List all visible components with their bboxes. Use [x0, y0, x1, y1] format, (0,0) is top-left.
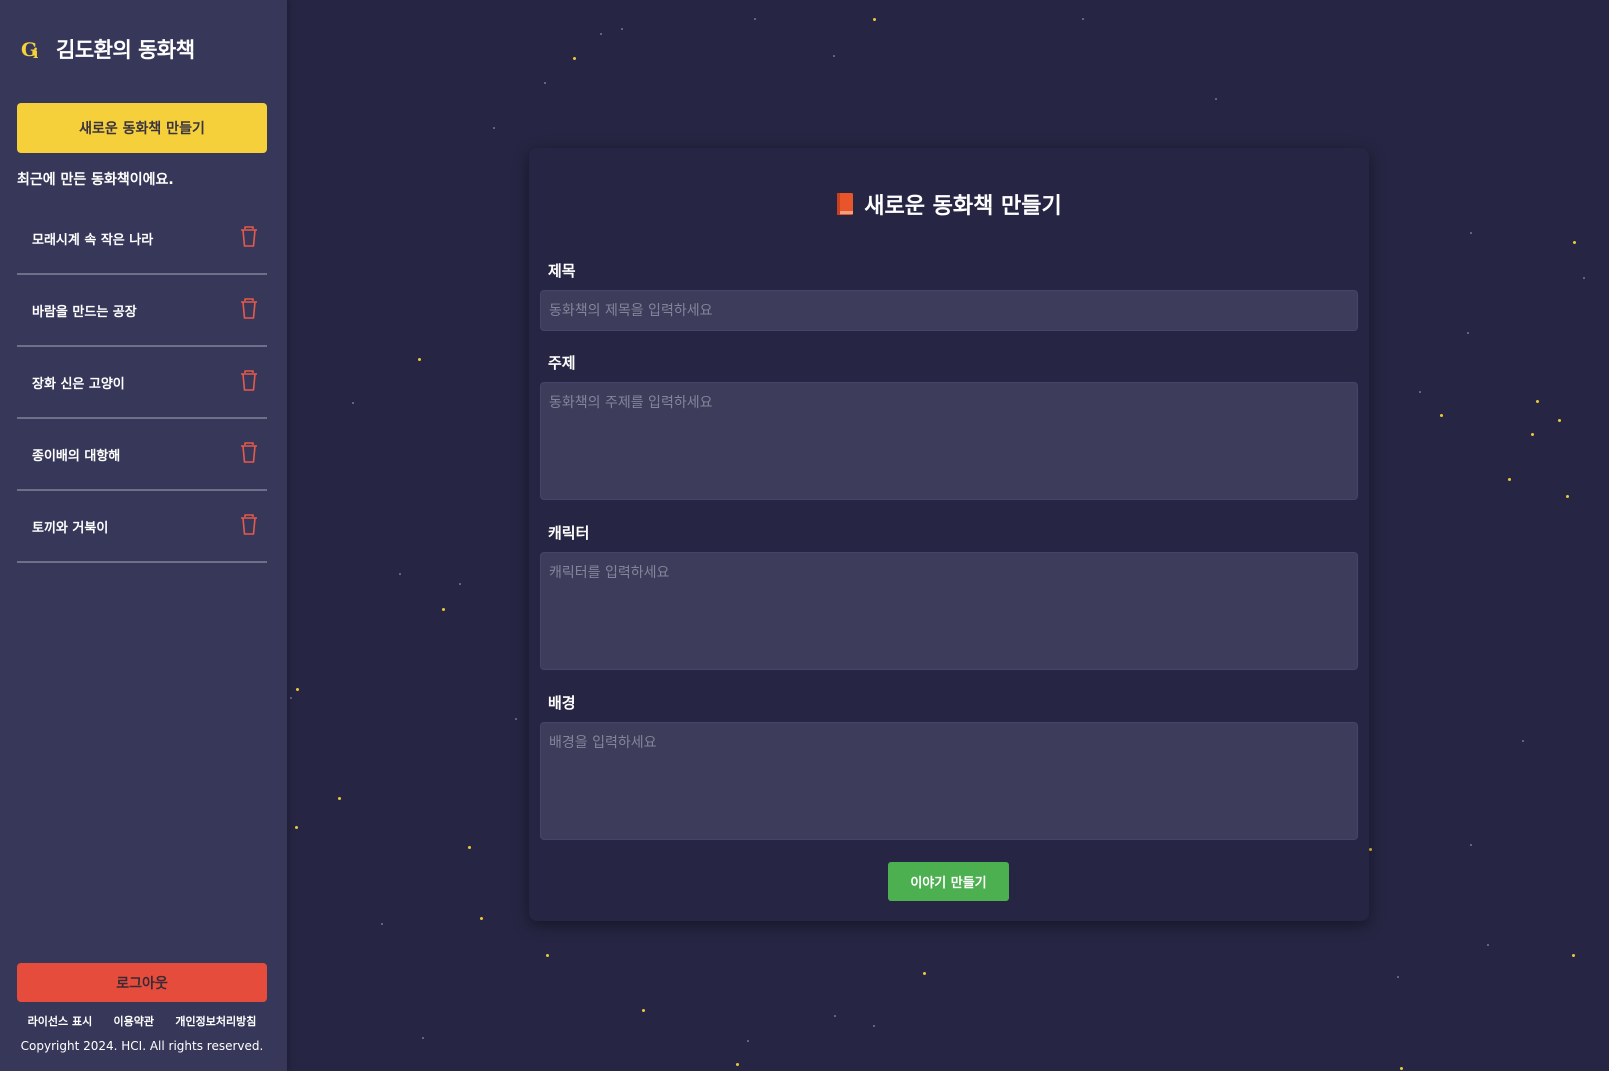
book-title: 장화 신은 고양이	[32, 376, 125, 392]
book-title: 토끼와 거북이	[32, 520, 109, 536]
book-icon	[836, 192, 854, 216]
star	[1522, 740, 1524, 742]
trash-icon[interactable]	[239, 369, 259, 393]
recent-book-list: 모래시계 속 작은 나라 바람을 만드는 공장 장화 신은 고양이 종이배의 대…	[17, 203, 267, 563]
trash-icon[interactable]	[239, 225, 259, 249]
star	[338, 797, 341, 800]
book-list-item[interactable]: 종이배의 대항해	[17, 419, 267, 491]
star	[295, 826, 298, 829]
background-textarea[interactable]	[540, 722, 1358, 840]
star	[1400, 1067, 1403, 1070]
star	[1369, 848, 1372, 851]
star	[1536, 400, 1539, 403]
star	[834, 1015, 836, 1017]
star	[1583, 277, 1585, 279]
star	[736, 1063, 739, 1066]
trash-icon[interactable]	[239, 513, 259, 537]
star	[1467, 332, 1469, 334]
star	[1082, 18, 1084, 20]
trash-icon[interactable]	[239, 297, 259, 321]
recent-books-caption: 최근에 만든 동화책이에요.	[17, 172, 174, 188]
book-list-item[interactable]: 토끼와 거북이	[17, 491, 267, 563]
star	[352, 402, 354, 404]
star	[399, 573, 401, 575]
star	[1558, 419, 1561, 422]
sidebar: G i 김도환의 동화책 새로운 동화책 만들기 최근에 만든 동화책이에요. …	[0, 0, 287, 1071]
form-heading: 새로운 동화책 만들기	[529, 188, 1369, 220]
star	[515, 718, 517, 720]
star	[1572, 954, 1575, 957]
star	[422, 1037, 424, 1039]
trash-icon[interactable]	[239, 441, 259, 465]
star	[833, 55, 835, 57]
new-book-button[interactable]: 새로운 동화책 만들기	[17, 103, 267, 153]
star	[747, 1040, 749, 1042]
star	[544, 82, 546, 84]
svg-text:i: i	[33, 46, 38, 62]
book-title: 종이배의 대항해	[32, 448, 121, 464]
star	[1470, 232, 1472, 234]
star	[1573, 241, 1576, 244]
star	[459, 583, 461, 585]
star	[1470, 844, 1472, 846]
privacy-policy-link[interactable]: 개인정보처리방침	[175, 1013, 256, 1029]
star	[754, 18, 756, 20]
terms-link[interactable]: 이용약관	[114, 1013, 154, 1029]
title-input[interactable]	[540, 290, 1358, 331]
star	[873, 18, 876, 21]
star	[1531, 433, 1534, 436]
copyright-text: Copyright 2024. HCI. All rights reserved…	[20, 1039, 264, 1053]
star	[923, 972, 926, 975]
new-book-form-card: 새로운 동화책 만들기 제목 주제 캐릭터 배경 이야기 만들기	[529, 148, 1369, 921]
star	[493, 127, 495, 129]
star	[1440, 414, 1443, 417]
book-list-item[interactable]: 바람을 만드는 공장	[17, 275, 267, 347]
character-textarea[interactable]	[540, 552, 1358, 670]
create-story-button[interactable]: 이야기 만들기	[888, 862, 1009, 901]
star	[381, 923, 383, 925]
theme-textarea[interactable]	[540, 382, 1358, 500]
star	[546, 954, 549, 957]
star	[1215, 98, 1217, 100]
star	[290, 697, 292, 699]
app-title: 김도환의 동화책	[56, 38, 195, 62]
star	[621, 28, 623, 30]
star	[573, 57, 576, 60]
character-label: 캐릭터	[548, 524, 590, 542]
footer-links: 라이선스 표시 이용약관 개인정보처리방침	[17, 1013, 267, 1029]
star	[480, 917, 483, 920]
book-list-item[interactable]: 장화 신은 고양이	[17, 347, 267, 419]
star	[1397, 976, 1399, 978]
star	[1487, 944, 1489, 946]
star	[600, 33, 602, 35]
star	[1508, 478, 1511, 481]
star	[1566, 495, 1569, 498]
star	[873, 1025, 875, 1027]
book-title: 바람을 만드는 공장	[32, 304, 137, 320]
theme-label: 주제	[548, 354, 576, 372]
title-label: 제목	[548, 262, 576, 280]
star	[442, 608, 445, 611]
book-list-item[interactable]: 모래시계 속 작은 나라	[17, 203, 267, 275]
brand: G i 김도환의 동화책	[20, 34, 195, 64]
background-label: 배경	[548, 694, 576, 712]
star	[468, 846, 471, 849]
form-title: 새로운 동화책 만들기	[864, 194, 1062, 219]
star	[1419, 391, 1421, 393]
book-title: 모래시계 속 작은 나라	[32, 232, 154, 248]
license-link[interactable]: 라이선스 표시	[28, 1013, 93, 1029]
star	[296, 688, 299, 691]
star	[642, 1009, 645, 1012]
gi-logo-icon: G i	[20, 36, 46, 62]
star	[418, 358, 421, 361]
logout-button[interactable]: 로그아웃	[17, 963, 267, 1002]
